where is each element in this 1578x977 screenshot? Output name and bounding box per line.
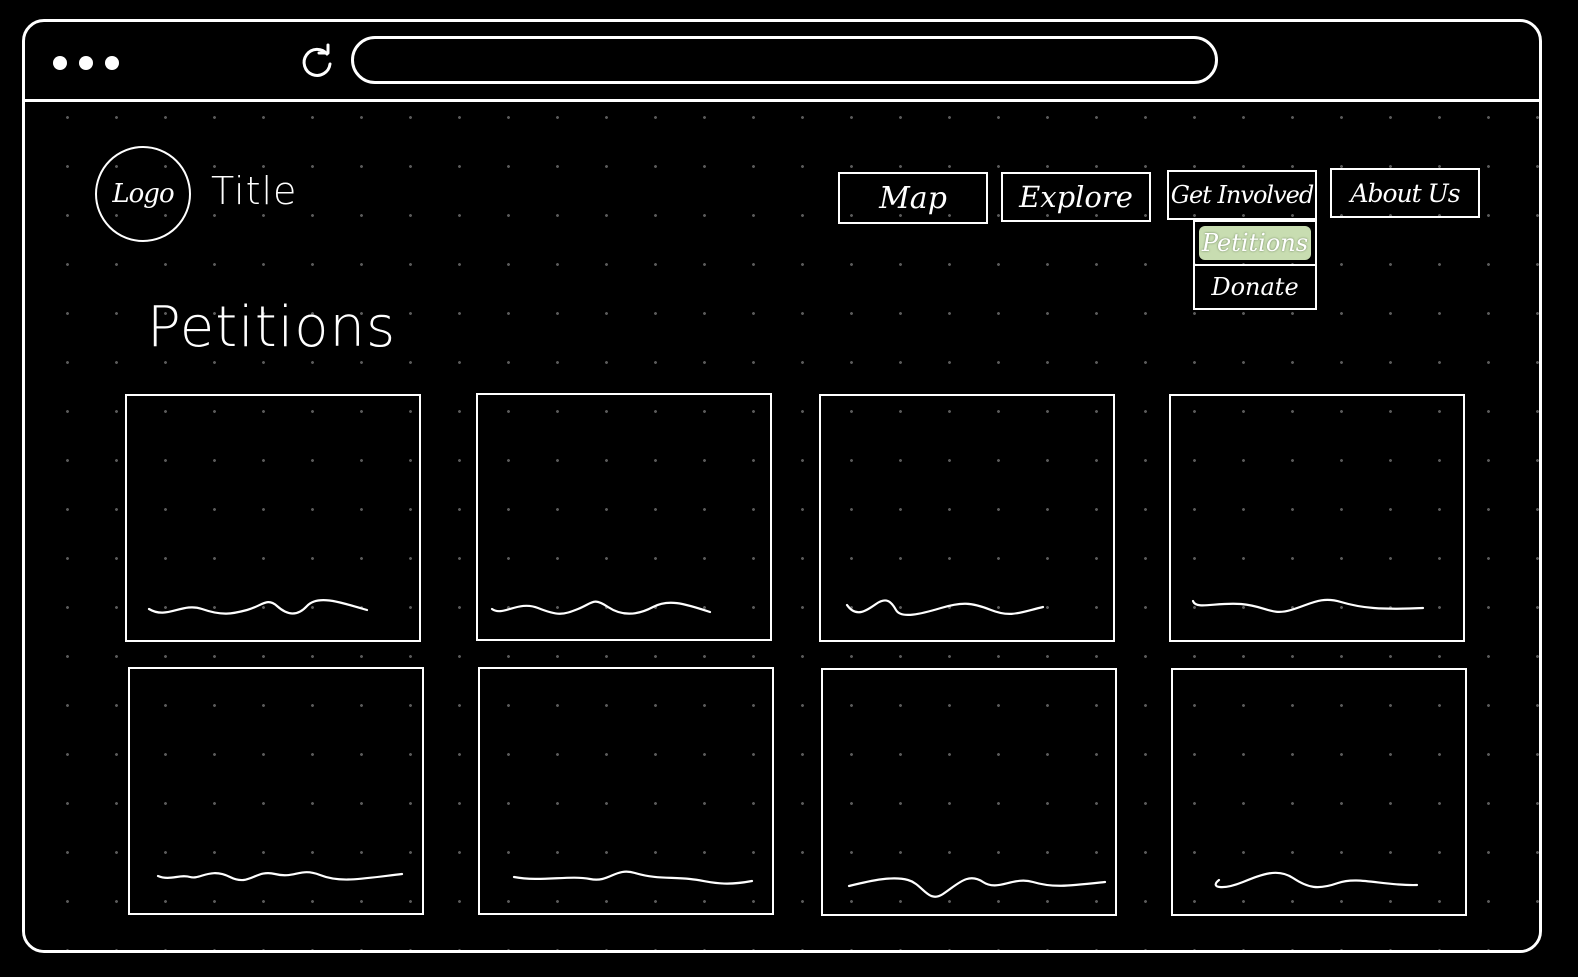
reload-icon[interactable] <box>297 42 337 82</box>
page-viewport: Logo Title Map Explore Get Involved Abou… <box>25 102 1539 950</box>
nav-map-button[interactable]: Map <box>838 172 988 224</box>
logo-text: Logo <box>112 179 174 209</box>
window-dot-icon[interactable] <box>53 56 67 70</box>
page-heading: Petitions <box>147 295 397 360</box>
placeholder-text-squiggle <box>1214 871 1419 889</box>
placeholder-text-squiggle <box>847 877 1107 898</box>
site-title: Title <box>211 169 298 213</box>
placeholder-text-squiggle <box>1191 598 1425 613</box>
browser-window: Logo Title Map Explore Get Involved Abou… <box>22 19 1542 953</box>
nav-get-involved-button[interactable]: Get Involved <box>1167 170 1317 220</box>
placeholder-text-squiggle <box>512 870 754 885</box>
window-controls[interactable] <box>53 56 119 70</box>
petition-card[interactable] <box>478 667 774 915</box>
placeholder-text-squiggle <box>156 871 404 882</box>
window-dot-icon[interactable] <box>105 56 119 70</box>
nav-explore-button[interactable]: Explore <box>1001 172 1151 222</box>
window-dot-icon[interactable] <box>79 56 93 70</box>
petition-card[interactable] <box>476 393 772 641</box>
nav-about-us-button[interactable]: About Us <box>1330 168 1480 218</box>
placeholder-text-squiggle <box>147 599 369 615</box>
petition-card[interactable] <box>821 668 1117 916</box>
logo[interactable]: Logo <box>95 146 191 242</box>
address-bar[interactable] <box>351 36 1218 84</box>
placeholder-text-squiggle <box>845 599 1045 617</box>
placeholder-text-squiggle <box>490 600 712 615</box>
get-involved-dropdown: Petitions Donate <box>1193 220 1317 310</box>
browser-titlebar <box>25 22 1539 102</box>
petition-card[interactable] <box>128 667 424 915</box>
dropdown-item-donate[interactable]: Donate <box>1195 264 1315 308</box>
petition-card[interactable] <box>125 394 421 642</box>
dropdown-item-petitions[interactable]: Petitions <box>1199 226 1311 260</box>
petition-card[interactable] <box>1171 668 1467 916</box>
petition-card[interactable] <box>1169 394 1465 642</box>
petition-card[interactable] <box>819 394 1115 642</box>
